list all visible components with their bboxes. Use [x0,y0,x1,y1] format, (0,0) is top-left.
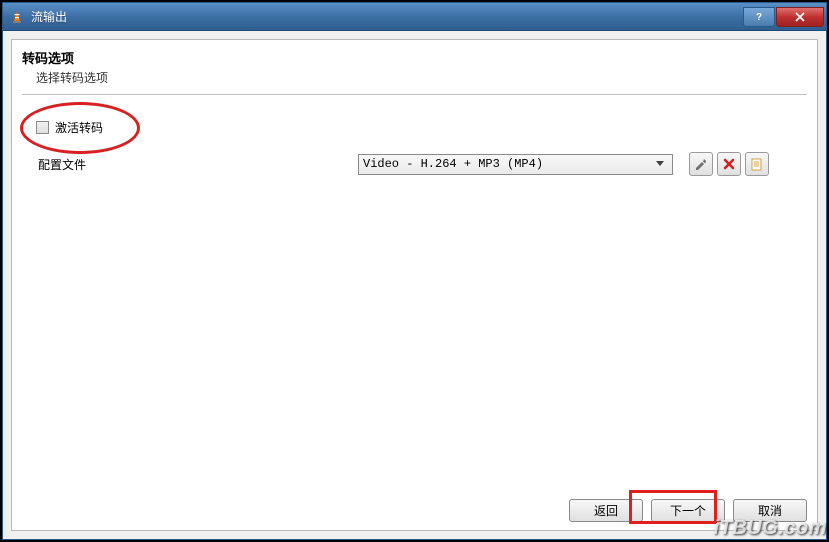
window-title: 流输出 [31,8,742,25]
back-button[interactable]: 返回 [569,499,643,522]
svg-text:?: ? [756,12,762,22]
profile-select-value: Video - H.264 + MP3 (MP4) [363,157,652,171]
section-header: 转码选项 选择转码选项 [12,40,817,92]
edit-profile-button[interactable] [689,152,713,176]
new-icon [750,157,764,171]
inner-panel: 转码选项 选择转码选项 激活转码 配置文件 Video - H.264 + MP… [11,39,818,531]
close-button[interactable] [776,7,824,27]
delete-icon [723,158,735,170]
section-subtitle: 选择转码选项 [22,67,807,86]
dialog-buttons: 返回 下一个 取消 [12,493,817,524]
help-button[interactable]: ? [743,7,775,27]
activate-transcode-checkbox[interactable] [36,121,49,134]
delete-profile-button[interactable] [717,152,741,176]
client-area: 转码选项 选择转码选项 激活转码 配置文件 Video - H.264 + MP… [3,31,826,539]
activate-transcode-row: 激活转码 [26,105,803,152]
cancel-button[interactable]: 取消 [733,499,807,522]
profile-toolbar [689,152,769,176]
window-buttons: ? [742,7,824,27]
wrench-icon [694,157,708,171]
profile-label: 配置文件 [38,156,348,173]
section-title: 转码选项 [22,48,807,67]
titlebar: 流输出 ? [3,3,826,31]
new-profile-button[interactable] [745,152,769,176]
dialog-window: 流输出 ? 转码选项 选择转码选项 激活转码 [2,2,827,540]
chevron-down-icon [652,161,668,167]
profile-row: 配置文件 Video - H.264 + MP3 (MP4) [26,152,803,176]
separator [22,94,807,95]
content-area: 激活转码 配置文件 Video - H.264 + MP3 (MP4) [12,101,817,493]
profile-select[interactable]: Video - H.264 + MP3 (MP4) [358,154,673,175]
activate-transcode-label: 激活转码 [55,119,103,136]
vlc-icon [9,9,25,25]
next-button[interactable]: 下一个 [651,499,725,522]
